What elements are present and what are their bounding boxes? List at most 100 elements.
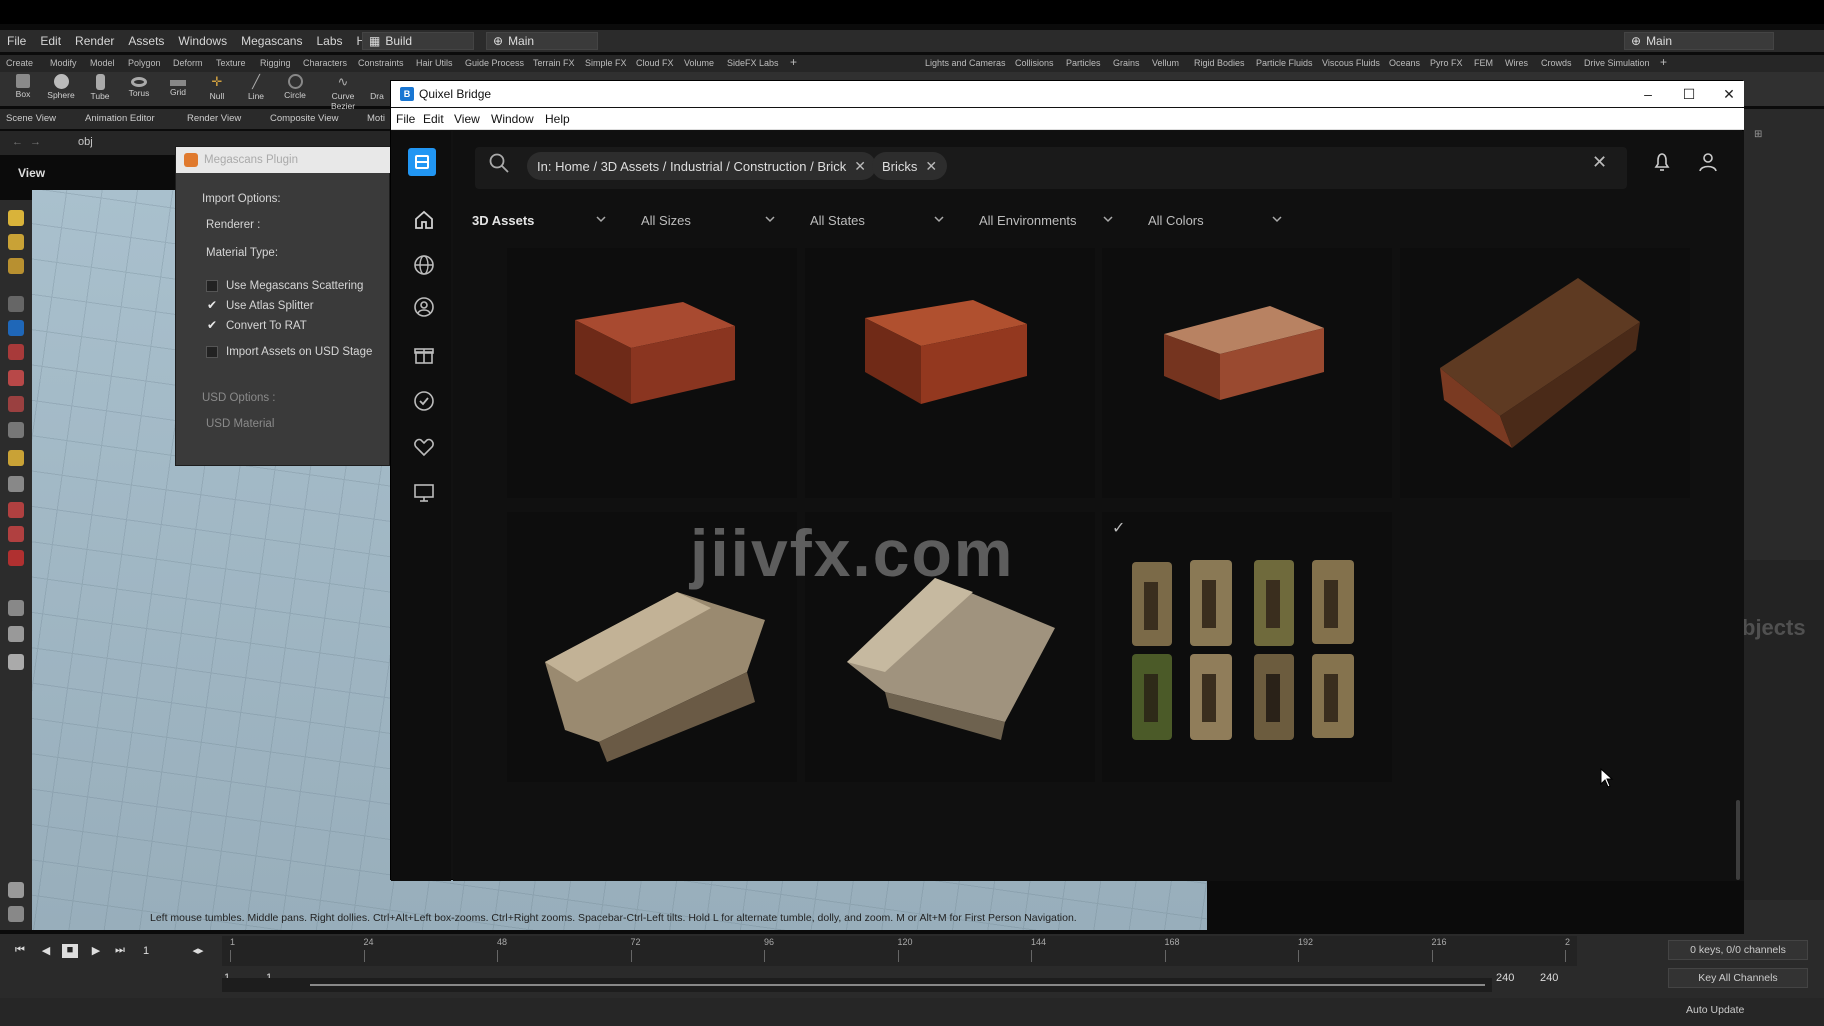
shelf-tab-characters[interactable]: Characters — [303, 58, 347, 68]
jump-start-icon[interactable]: ⏮ — [12, 944, 28, 958]
stop-icon[interactable]: ■ — [62, 944, 78, 958]
asset-card[interactable] — [805, 248, 1095, 498]
pin-icon[interactable]: ⊞ — [1754, 129, 1762, 140]
select-tool-icon[interactable] — [8, 210, 24, 226]
keyframe-step-icon[interactable]: ◂▸ — [190, 944, 206, 958]
shelf-tab-terrain-fx[interactable]: Terrain FX — [533, 58, 575, 68]
tag-chip-close-icon[interactable]: ✕ — [925, 158, 937, 175]
shelf-tab-grains[interactable]: Grains — [1113, 58, 1140, 68]
shelf-tab-texture[interactable]: Texture — [216, 58, 246, 68]
forward-arrow-icon[interactable]: → — [30, 136, 41, 148]
menu-edit[interactable]: Edit — [33, 34, 68, 48]
sculpt-tool-icon[interactable] — [8, 396, 24, 412]
shelf-tab-viscous-fluids[interactable]: Viscous Fluids — [1322, 58, 1380, 68]
back-arrow-icon[interactable]: ← — [12, 136, 23, 148]
range-end-field[interactable]: 240 — [1496, 972, 1514, 984]
timeline-ruler[interactable]: 1 24 48 72 96 120 144 168 192 216 2 — [222, 936, 1577, 966]
asset-card-selected[interactable] — [1102, 512, 1392, 782]
horseshoe-magnet-icon[interactable] — [8, 550, 24, 566]
shelf-tab-pyro-fx[interactable]: Pyro FX — [1430, 58, 1463, 68]
visualize-icon[interactable] — [8, 906, 24, 922]
shelf-tab-wires[interactable]: Wires — [1505, 58, 1528, 68]
menu-file[interactable]: File — [0, 34, 33, 48]
desktop-build-select[interactable]: ▦ Build — [362, 32, 474, 50]
close-window-button[interactable]: ✕ — [1714, 84, 1744, 104]
move-tool-icon[interactable] — [8, 234, 24, 250]
menu-render[interactable]: Render — [68, 34, 121, 48]
tool-circle[interactable]: Circle — [278, 74, 312, 100]
home-icon[interactable] — [412, 208, 436, 232]
tab-render-view[interactable]: Render View — [187, 113, 241, 124]
render-icon[interactable] — [8, 654, 24, 670]
menu-megascans[interactable]: Megascans — [234, 34, 309, 48]
heart-icon[interactable] — [412, 435, 436, 459]
filter-sizes[interactable]: All Sizes — [641, 208, 775, 232]
path-obj[interactable]: obj — [78, 136, 93, 148]
shelf-tab-constraints[interactable]: Constraints — [358, 58, 404, 68]
clear-search-icon[interactable]: ✕ — [1592, 152, 1607, 173]
light-icon[interactable] — [8, 626, 24, 642]
add-shelf-right-icon[interactable]: + — [1660, 55, 1667, 69]
asset-card[interactable] — [1400, 248, 1690, 498]
auto-update-mode[interactable]: Auto Update — [1686, 1004, 1744, 1016]
tab-scene-view[interactable]: Scene View — [6, 113, 56, 124]
bridge-menu-window[interactable]: Window — [491, 112, 534, 126]
megascans-plugin-titlebar[interactable]: Megascans Plugin — [176, 147, 391, 173]
camera-icon[interactable] — [8, 600, 24, 616]
play-icon[interactable]: ▶ — [88, 944, 104, 958]
shelf-tab-sidefx-labs[interactable]: SideFX Labs — [727, 58, 779, 68]
magnet-icon[interactable] — [8, 502, 24, 518]
filter-category[interactable]: 3D Assets — [472, 208, 606, 232]
shelf-tab-vellum[interactable]: Vellum — [1152, 58, 1179, 68]
asset-card[interactable] — [1102, 248, 1392, 498]
snap-tool-icon[interactable] — [8, 450, 24, 466]
shelf-tab-volume[interactable]: Volume — [684, 58, 714, 68]
tool-curve-bezier[interactable]: ∿ Curve Bezier — [320, 74, 366, 111]
tool-tube[interactable]: Tube — [83, 74, 117, 101]
shelf-tab-guide-process[interactable]: Guide Process — [465, 58, 524, 68]
bridge-menu-edit[interactable]: Edit — [423, 112, 444, 126]
account-icon[interactable] — [1696, 150, 1720, 174]
magnet-alt-icon[interactable] — [8, 526, 24, 542]
bridge-scrollbar[interactable] — [1736, 800, 1740, 880]
tool-torus[interactable]: Torus — [122, 74, 156, 98]
minimize-button[interactable]: – — [1633, 84, 1663, 104]
shelf-tab-model[interactable]: Model — [90, 58, 115, 68]
maximize-button[interactable]: ☐ — [1674, 84, 1704, 104]
asset-card[interactable] — [507, 248, 797, 498]
shelf-tab-rigging[interactable]: Rigging — [260, 58, 291, 68]
tool-sphere[interactable]: Sphere — [44, 74, 78, 100]
shelf-tab-particle-fluids[interactable]: Particle Fluids — [1256, 58, 1313, 68]
bridge-titlebar[interactable]: B Quixel Bridge – ☐ ✕ — [391, 81, 1744, 107]
shelf-tab-crowds[interactable]: Crowds — [1541, 58, 1572, 68]
tool-grid[interactable]: Grid — [161, 74, 195, 97]
shelf-tab-modify[interactable]: Modify — [50, 58, 77, 68]
shelf-tab-drive-simulation[interactable]: Drive Simulation — [1584, 58, 1650, 68]
rotate-tool-icon[interactable] — [8, 258, 24, 274]
handle-tool-icon[interactable] — [8, 344, 24, 360]
convert-rat-checkbox[interactable]: ✔ — [207, 318, 217, 332]
shelf-tab-oceans[interactable]: Oceans — [1389, 58, 1420, 68]
display-options-icon[interactable] — [8, 882, 24, 898]
filter-states[interactable]: All States — [810, 208, 944, 232]
bridge-menu-view[interactable]: View — [454, 112, 480, 126]
shelf-tab-particles[interactable]: Particles — [1066, 58, 1101, 68]
current-frame-field[interactable]: 1 — [143, 945, 149, 957]
monitor-icon[interactable] — [412, 481, 436, 505]
grid-snap-icon[interactable] — [8, 476, 24, 492]
atlas-splitter-checkbox[interactable]: ✔ — [207, 298, 217, 312]
bridge-logo-button[interactable] — [408, 148, 436, 176]
breadcrumb-chip[interactable]: In: Home / 3D Assets / Industrial / Cons… — [527, 152, 876, 180]
tool-draw[interactable]: Dra — [366, 74, 388, 101]
shelf-tab-lights-cameras[interactable]: Lights and Cameras — [925, 58, 1006, 68]
key-all-channels-button[interactable]: Key All Channels — [1668, 968, 1808, 988]
tag-chip-bricks[interactable]: Bricks ✕ — [872, 152, 948, 180]
shelf-tab-cloud-fx[interactable]: Cloud FX — [636, 58, 674, 68]
user-icon[interactable] — [412, 295, 436, 319]
shelf-tab-simple-fx[interactable]: Simple FX — [585, 58, 627, 68]
bell-icon[interactable] — [1651, 150, 1673, 174]
shelf-tab-create[interactable]: Create — [6, 58, 33, 68]
shelf-tab-deform[interactable]: Deform — [173, 58, 203, 68]
bridge-menu-help[interactable]: Help — [545, 112, 570, 126]
search-icon[interactable] — [488, 152, 510, 174]
